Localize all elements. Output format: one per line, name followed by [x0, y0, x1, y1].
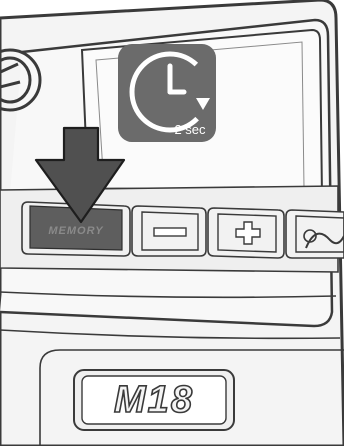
- mode-button[interactable]: [285, 209, 344, 259]
- timer-badge: 2 sec: [118, 44, 216, 142]
- control-buttons: MEMORY: [21, 201, 344, 259]
- plus-button[interactable]: [207, 207, 285, 259]
- minus-button[interactable]: [131, 205, 207, 257]
- m18-logo-text: M18: [114, 379, 194, 421]
- memory-button-label: MEMORY: [48, 225, 104, 237]
- minus-icon: [153, 227, 187, 237]
- timer-label: 2 sec: [174, 122, 206, 137]
- m18-logo: M18: [73, 369, 235, 431]
- memory-button-illustration: 2 sec MEMORY M18: [0, 0, 344, 446]
